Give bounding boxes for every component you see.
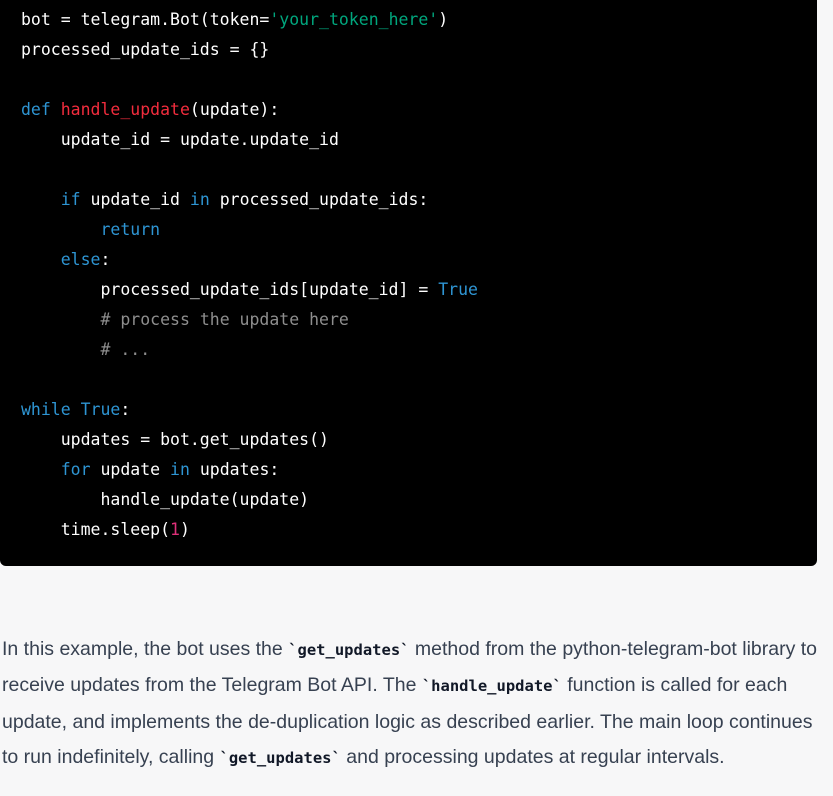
code-line: time.sleep(1) bbox=[0, 515, 817, 545]
code-line: def handle_update(update): bbox=[0, 95, 817, 125]
code-token: if bbox=[60, 190, 81, 209]
inline-code: `get_updates` bbox=[219, 749, 341, 767]
code-token: processed_update_ids = {} bbox=[21, 40, 270, 59]
code-token: time.sleep( bbox=[21, 520, 171, 539]
code-token: while bbox=[21, 400, 71, 419]
code-line: for update in updates: bbox=[0, 455, 817, 485]
code-token: for bbox=[60, 460, 91, 479]
code-token: update_id bbox=[80, 190, 190, 209]
code-token: processed_update_ids: bbox=[209, 190, 429, 209]
code-token: in bbox=[189, 190, 210, 209]
code-token: return bbox=[100, 220, 161, 239]
code-line: else: bbox=[0, 245, 817, 275]
inline-code: `get_updates` bbox=[288, 640, 410, 659]
code-token: : bbox=[100, 250, 111, 269]
code-token: (update): bbox=[189, 100, 280, 119]
chat-response-view: bot = telegram.Bot(token='your_token_her… bbox=[0, 0, 833, 796]
code-line: bot = telegram.Bot(token='your_token_her… bbox=[0, 5, 817, 35]
code-token: bot = telegram.Bot(token= bbox=[21, 10, 270, 29]
code-lines: bot = telegram.Bot(token='your_token_her… bbox=[0, 5, 817, 545]
code-token: : bbox=[120, 400, 131, 419]
code-token: # ... bbox=[100, 340, 151, 359]
explanation-paragraph: In this example, the bot uses the `get_u… bbox=[2, 632, 822, 777]
code-line: # ... bbox=[0, 335, 817, 365]
code-token: update_id = update.update_id bbox=[21, 130, 339, 149]
inline-code: `handle_update` bbox=[421, 677, 562, 695]
code-line: update_id = update.update_id bbox=[0, 125, 817, 155]
code-block: bot = telegram.Bot(token='your_token_her… bbox=[0, 0, 817, 566]
code-line: handle_update(update) bbox=[0, 485, 817, 515]
paragraph-text: and processing updates at regular interv… bbox=[340, 746, 725, 768]
code-token: handle_update(update) bbox=[21, 490, 310, 509]
code-token: True bbox=[438, 280, 478, 299]
code-line: if update_id in processed_update_ids: bbox=[0, 185, 817, 215]
code-token: updates = bot.get_updates() bbox=[21, 430, 329, 449]
code-token: ) bbox=[179, 520, 190, 539]
paragraph-text: In this example, the bot uses the bbox=[2, 637, 289, 660]
code-line: while True: bbox=[0, 395, 817, 425]
code-token: 1 bbox=[170, 520, 180, 539]
code-token: processed_update_ids[update_id] = bbox=[21, 280, 439, 299]
code-token: def bbox=[21, 100, 51, 119]
code-token: 'your_token_here' bbox=[269, 10, 439, 29]
code-token: True bbox=[80, 400, 121, 419]
code-line: # process the update here bbox=[0, 305, 817, 335]
code-token: handle_update bbox=[60, 100, 190, 119]
code-line: updates = bot.get_updates() bbox=[0, 425, 817, 455]
code-line: processed_update_ids[update_id] = True bbox=[0, 275, 817, 305]
code-token: # process the update here bbox=[100, 310, 349, 329]
code-token: in bbox=[170, 460, 190, 479]
code-line: return bbox=[0, 215, 817, 245]
code-token: else bbox=[60, 250, 101, 269]
code-line: processed_update_ids = {} bbox=[0, 35, 817, 65]
code-token: update bbox=[90, 460, 171, 479]
code-token: updates: bbox=[189, 460, 280, 479]
code-token: ) bbox=[438, 10, 449, 29]
